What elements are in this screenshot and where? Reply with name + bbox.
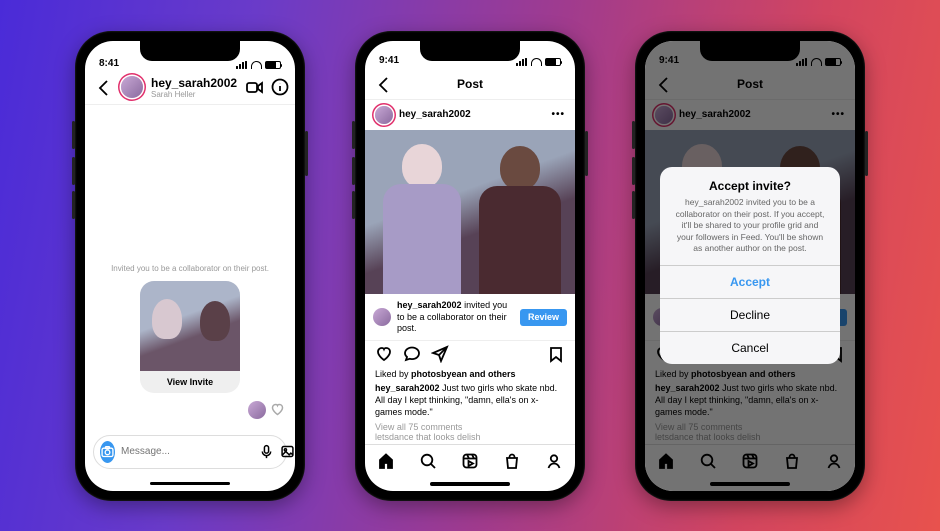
- collab-banner: hey_sarah2002 invited you to be a collab…: [365, 294, 575, 340]
- comment-button[interactable]: [403, 345, 421, 363]
- image-icon[interactable]: [280, 444, 295, 459]
- share-button[interactable]: [431, 345, 449, 363]
- invite-thumbnail: [140, 281, 240, 371]
- likes-row[interactable]: Liked by photosbyean and others: [365, 367, 575, 381]
- back-button[interactable]: [375, 75, 393, 93]
- review-button[interactable]: Review: [520, 309, 567, 326]
- chat-body: Invited you to be a collaborator on thei…: [85, 105, 295, 429]
- more-options-button[interactable]: •••: [551, 109, 565, 120]
- post-actions: [365, 340, 575, 367]
- battery-icon: [545, 58, 561, 66]
- alert-title: Accept invite?: [660, 167, 840, 197]
- author-username[interactable]: hey_sarah2002: [399, 109, 471, 120]
- wifi-icon: [251, 61, 262, 69]
- clock: 8:41: [99, 58, 119, 69]
- save-button[interactable]: [547, 345, 565, 363]
- tab-reels[interactable]: [461, 452, 479, 470]
- view-comments-link[interactable]: View all 75 comments: [365, 420, 575, 432]
- alert-body: hey_sarah2002 invited you to be a collab…: [660, 197, 840, 264]
- accept-button[interactable]: Accept: [660, 265, 840, 298]
- clock: 9:41: [379, 55, 399, 66]
- avatar: [373, 308, 391, 326]
- back-button[interactable]: [95, 78, 113, 96]
- like-button[interactable]: [375, 345, 393, 363]
- dm-realname: Sarah Heller: [151, 90, 237, 99]
- mic-icon[interactable]: [259, 444, 274, 459]
- tab-search[interactable]: [419, 452, 437, 470]
- tab-profile[interactable]: [545, 452, 563, 470]
- home-indicator: [365, 478, 575, 491]
- decline-button[interactable]: Decline: [660, 298, 840, 331]
- collab-username: hey_sarah2002: [397, 300, 462, 310]
- dm-username[interactable]: hey_sarah2002: [151, 76, 237, 90]
- info-button[interactable]: [271, 78, 289, 96]
- post-header: Post: [365, 68, 575, 100]
- camera-button[interactable]: [100, 441, 115, 463]
- phone-post: 9:41 Post hey_sarah2002 ••• hey_sarah200…: [355, 31, 585, 501]
- dm-header: hey_sarah2002 Sarah Heller: [85, 71, 295, 105]
- avatar[interactable]: [375, 106, 393, 124]
- message-composer[interactable]: [93, 435, 287, 469]
- page-title: Post: [457, 77, 483, 91]
- invite-card[interactable]: View Invite: [140, 281, 240, 393]
- invite-text: Invited you to be a collaborator on thei…: [111, 264, 269, 274]
- avatar: [248, 401, 266, 419]
- video-call-button[interactable]: [245, 78, 263, 96]
- heart-react-icon[interactable]: [270, 402, 285, 417]
- post-image[interactable]: [365, 130, 575, 295]
- battery-icon: [265, 61, 281, 69]
- wifi-icon: [531, 58, 542, 66]
- message-input[interactable]: [121, 446, 253, 457]
- signal-icon: [516, 58, 528, 66]
- tab-bar: [365, 444, 575, 477]
- post-author-row[interactable]: hey_sarah2002 •••: [365, 100, 575, 130]
- accept-invite-alert: Accept invite? hey_sarah2002 invited you…: [660, 167, 840, 363]
- signal-icon: [236, 61, 248, 69]
- phone-alert: 9:41 Post hey_sarah2002 ••• hey_sarah200…: [635, 31, 865, 501]
- comment-preview: letsdance that looks delish: [365, 432, 575, 444]
- avatar[interactable]: [121, 76, 143, 98]
- caption: hey_sarah2002 Just two girls who skate n…: [365, 381, 575, 420]
- tab-home[interactable]: [377, 452, 395, 470]
- view-invite-button[interactable]: View Invite: [140, 371, 240, 393]
- modal-overlay[interactable]: Accept invite? hey_sarah2002 invited you…: [645, 41, 855, 491]
- home-indicator: [85, 477, 295, 491]
- phone-dm: 8:41 hey_sarah2002 Sarah Heller Invited …: [75, 31, 305, 501]
- tab-shop[interactable]: [503, 452, 521, 470]
- cancel-button[interactable]: Cancel: [660, 331, 840, 364]
